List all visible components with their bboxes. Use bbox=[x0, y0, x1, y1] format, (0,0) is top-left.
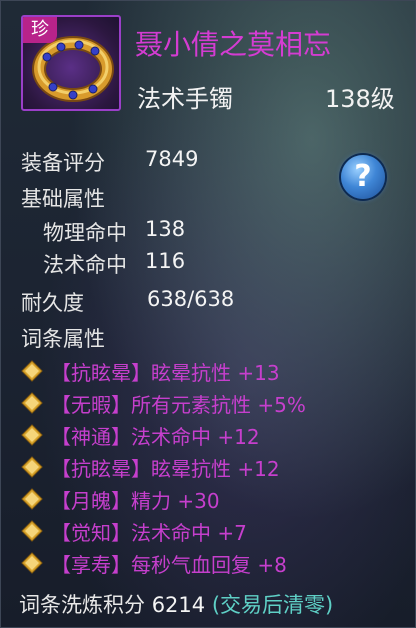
item-type: 法术手镯 bbox=[137, 85, 233, 113]
affix-row: 【抗眩晕】眩晕抗性 +12 bbox=[21, 451, 280, 483]
affix-text: 【觉知】法术命中 +7 bbox=[51, 520, 247, 545]
durability-value: 638/638 bbox=[147, 287, 235, 311]
affix-text: 【无暇】所有元素抗性 +5% bbox=[51, 392, 306, 417]
refine-points-note: (交易后清零) bbox=[211, 593, 334, 617]
base-attr-title: 基础属性 bbox=[21, 187, 105, 211]
magic-hit-value: 116 bbox=[145, 249, 186, 273]
physical-hit-value: 138 bbox=[145, 217, 186, 241]
help-button[interactable]: ? bbox=[341, 155, 385, 199]
diamond-icon bbox=[21, 488, 43, 510]
diamond-icon bbox=[21, 360, 43, 382]
affix-row: 【觉知】法术命中 +7 bbox=[21, 515, 247, 547]
affix-row: 【神通】法术命中 +12 bbox=[21, 419, 260, 451]
refine-points-label: 词条洗炼积分 bbox=[19, 593, 145, 617]
refine-points-value: 6214 bbox=[151, 593, 206, 617]
diamond-icon bbox=[21, 552, 43, 574]
diamond-icon bbox=[21, 520, 43, 542]
help-icon: ? bbox=[354, 159, 372, 194]
affix-title: 词条属性 bbox=[21, 327, 105, 351]
diamond-icon bbox=[21, 424, 43, 446]
affix-row: 【月魄】精力 +30 bbox=[21, 483, 220, 515]
refine-points-row: 词条洗炼积分 6214 (交易后清零) bbox=[19, 589, 333, 619]
magic-hit-label: 法术命中 bbox=[43, 253, 127, 277]
diamond-icon bbox=[21, 392, 43, 414]
affix-row: 【无暇】所有元素抗性 +5% bbox=[21, 387, 306, 419]
affix-text: 【抗眩晕】眩晕抗性 +12 bbox=[51, 456, 280, 481]
affix-text: 【享寿】每秒气血回复 +8 bbox=[51, 552, 287, 577]
affix-text: 【抗眩晕】眩晕抗性 +13 bbox=[51, 360, 280, 385]
equip-score-label: 装备评分 bbox=[21, 151, 105, 175]
affix-row: 【享寿】每秒气血回复 +8 bbox=[21, 547, 287, 579]
item-name: 聂小倩之莫相忘 bbox=[135, 28, 332, 61]
diamond-icon bbox=[21, 456, 43, 478]
item-icon-frame[interactable]: 珍 bbox=[21, 15, 121, 111]
item-level: 138级 bbox=[325, 85, 395, 113]
affix-row: 【抗眩晕】眩晕抗性 +13 bbox=[21, 355, 280, 387]
item-tooltip: 珍 聂小倩之莫相忘 法术手镯 138级 装备评分 7849 ? 基础属性 物理命… bbox=[0, 0, 416, 628]
equip-score-value: 7849 bbox=[145, 147, 199, 171]
affix-text: 【月魄】精力 +30 bbox=[51, 488, 220, 513]
physical-hit-label: 物理命中 bbox=[43, 221, 127, 245]
affix-text: 【神通】法术命中 +12 bbox=[51, 424, 260, 449]
rarity-badge: 珍 bbox=[23, 17, 57, 43]
durability-label: 耐久度 bbox=[21, 291, 84, 315]
